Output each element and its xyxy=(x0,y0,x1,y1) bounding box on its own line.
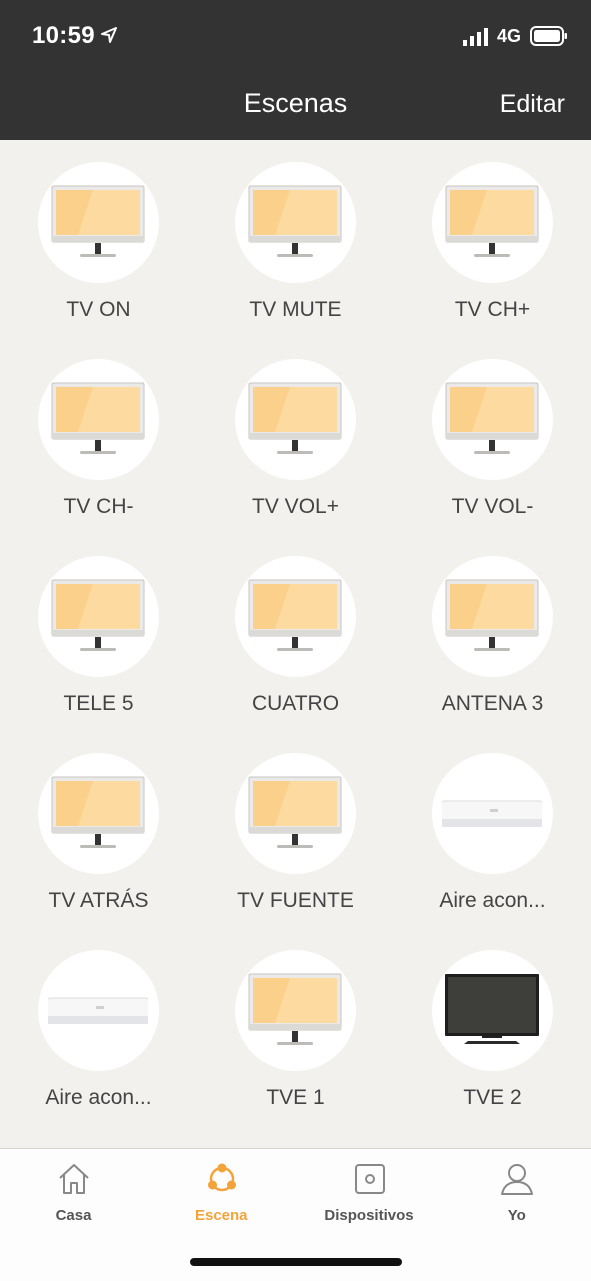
tv-icon xyxy=(245,381,345,459)
scene-label: TV CH- xyxy=(63,495,134,518)
scene-tile[interactable]: TV CH+ xyxy=(394,140,591,337)
scene-tile[interactable]: TV MUTE xyxy=(197,140,394,337)
scene-label: TVE 2 xyxy=(463,1086,522,1109)
network-type: 4G xyxy=(497,26,522,46)
scene-tile[interactable]: ANTENA 3 xyxy=(394,534,591,731)
tab-label: Escena xyxy=(194,1207,248,1224)
scene-tile[interactable]: TV FUENTE xyxy=(197,731,394,928)
scene-tile[interactable]: TVE 1 xyxy=(197,928,394,1125)
tv-icon xyxy=(442,578,542,656)
tab-casa[interactable]: Casa xyxy=(0,1149,147,1239)
device-icon xyxy=(352,1161,388,1197)
scene-tile[interactable]: Aire acon... xyxy=(0,928,197,1125)
tv-icon xyxy=(48,775,148,853)
tv-icon xyxy=(245,578,345,656)
tv-icon xyxy=(245,184,345,262)
scene-tile[interactable]: TELE 5 xyxy=(0,534,197,731)
scene-icon-circle xyxy=(432,753,553,874)
scene-icon-circle xyxy=(38,950,159,1071)
scene-label: TVE 1 xyxy=(266,1086,325,1109)
scene-label: TV FUENTE xyxy=(237,889,354,912)
tv-icon xyxy=(48,381,148,459)
status-bar: 10:59 4G xyxy=(0,0,591,70)
location-arrow-icon xyxy=(101,27,117,43)
scene-label: TV MUTE xyxy=(249,298,342,321)
nav-bar: Escenas Editar xyxy=(0,70,591,140)
air-conditioner-icon xyxy=(45,972,151,1050)
scenes-grid: TV ON TV MUTE TV CH+ TV CH- TV VOL+ TV VOL- TE… xyxy=(0,140,591,1148)
scene-label: ANTENA 3 xyxy=(441,692,544,715)
tab-yo[interactable]: Yo xyxy=(443,1149,590,1239)
home-indicator xyxy=(190,1258,402,1266)
tv-icon xyxy=(48,184,148,262)
scene-label: TV VOL+ xyxy=(252,495,339,518)
signal-icon xyxy=(463,28,488,46)
edit-button[interactable]: Editar xyxy=(500,90,565,119)
scene-label: Aire acon... xyxy=(439,889,546,912)
scene-tile[interactable]: TV ON xyxy=(0,140,197,337)
scene-icon-circle xyxy=(432,556,553,677)
scene-label: TV VOL- xyxy=(451,495,534,518)
scene-icon-circle xyxy=(235,950,356,1071)
scene-label: TV ATRÁS xyxy=(48,889,149,912)
scene-tile[interactable]: Aire acon... xyxy=(394,731,591,928)
user-icon xyxy=(499,1161,535,1197)
scene-tile[interactable]: TV VOL+ xyxy=(197,337,394,534)
tv-icon xyxy=(442,381,542,459)
tv-icon xyxy=(245,972,345,1050)
dark-tv-icon xyxy=(442,972,542,1050)
tv-icon xyxy=(48,578,148,656)
tab-label: Yo xyxy=(507,1207,526,1224)
scene-label: Aire acon... xyxy=(45,1086,152,1109)
scene-label: TELE 5 xyxy=(63,692,134,715)
scene-icon-circle xyxy=(235,359,356,480)
scene-tile[interactable]: TV CH- xyxy=(0,337,197,534)
scene-tile[interactable]: TV VOL- xyxy=(394,337,591,534)
scene-icon-circle xyxy=(235,162,356,283)
tv-icon xyxy=(442,184,542,262)
scene-icon-circle xyxy=(432,359,553,480)
scene-tile[interactable]: CUATRO xyxy=(197,534,394,731)
status-time: 10:59 xyxy=(32,22,95,49)
scene-label: TV ON xyxy=(66,298,131,321)
scene-icon-circle xyxy=(235,556,356,677)
scene-icon-circle xyxy=(235,753,356,874)
home-icon xyxy=(56,1161,92,1197)
scene-icon xyxy=(204,1161,240,1197)
scene-icon-circle xyxy=(432,950,553,1071)
scene-tile[interactable]: TV ATRÁS xyxy=(0,731,197,928)
scene-icon-circle xyxy=(38,556,159,677)
scene-icon-circle xyxy=(38,359,159,480)
scene-icon-circle xyxy=(38,162,159,283)
scene-label: CUATRO xyxy=(251,692,340,715)
air-conditioner-icon xyxy=(439,775,545,853)
tv-icon xyxy=(245,775,345,853)
tab-label: Casa xyxy=(55,1207,92,1224)
scene-label: TV CH+ xyxy=(454,298,531,321)
tab-dispositivos[interactable]: Dispositivos xyxy=(296,1149,443,1239)
tab-escena[interactable]: Escena xyxy=(148,1149,295,1239)
battery-icon xyxy=(530,26,567,46)
scene-tile[interactable]: TVE 2 xyxy=(394,928,591,1125)
tab-label: Dispositivos xyxy=(324,1207,414,1224)
scene-icon-circle xyxy=(432,162,553,283)
scene-icon-circle xyxy=(38,753,159,874)
